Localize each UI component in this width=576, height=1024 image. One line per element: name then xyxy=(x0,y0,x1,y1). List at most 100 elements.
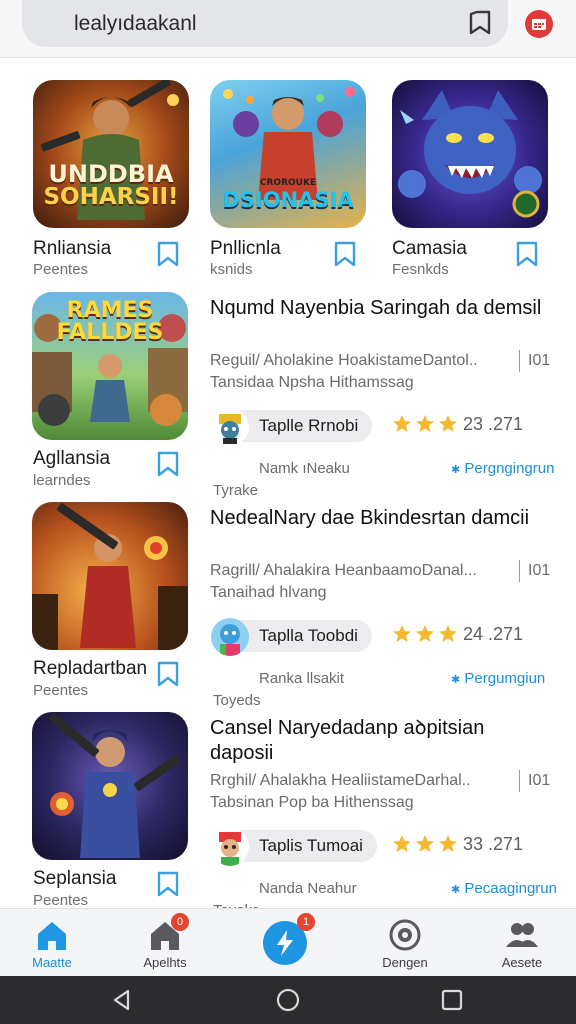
app-thumbnail[interactable]: CROROUKE DSIONASIA xyxy=(210,80,366,228)
badge-count: 0 xyxy=(171,913,189,931)
app-title: Repladartban xyxy=(33,658,148,679)
star-icon xyxy=(416,835,434,852)
star-icon xyxy=(393,415,411,432)
people-icon xyxy=(506,923,538,947)
item-meta: Ranka llsakit xyxy=(259,670,345,687)
item-link[interactable]: ✱ Pergumgiun xyxy=(451,670,545,687)
character-art xyxy=(32,503,188,650)
rating-stars xyxy=(392,414,458,434)
app-category: Fesnkds xyxy=(392,261,449,278)
featured-app-card[interactable]: UNDDBIA SOHARSII! Rnliansia Peentes xyxy=(33,80,213,278)
nav-label: Aesete xyxy=(501,955,543,970)
search-query[interactable]: lealyıdaakanl xyxy=(74,12,197,36)
star-icon xyxy=(416,415,434,432)
star-icon xyxy=(439,835,457,852)
link-icon: ✱ xyxy=(451,674,461,686)
item-headline[interactable]: Cansel Naryedadanp aꝺpitsian daposii xyxy=(210,716,550,766)
app-title: Rnliansia xyxy=(33,238,112,259)
item-description-secondary: Tabsinan Pop ba Hithenssag xyxy=(210,794,414,811)
nav-label: Dengen xyxy=(382,955,428,970)
item-description: Ragrill/ Ahalakira HeanbaamoDanal... xyxy=(210,562,477,579)
nav-people[interactable]: Aesete xyxy=(470,909,574,977)
bookmark-icon[interactable] xyxy=(155,240,181,268)
divider xyxy=(519,350,520,372)
bookmark-icon[interactable] xyxy=(155,450,181,478)
item-number: I01 xyxy=(528,772,551,789)
divider xyxy=(519,560,520,582)
app-list-item[interactable]: Repladartban Peentes NedealNary dae Bkin… xyxy=(0,502,576,712)
item-description-secondary: Tanaihad hlvang xyxy=(210,584,327,601)
character-art xyxy=(48,712,181,858)
item-meta: Namk ıNeaku xyxy=(259,460,350,477)
item-headline[interactable]: NedealNary dae Bkindesrtan damcii xyxy=(210,506,550,531)
link-icon: ✱ xyxy=(451,464,461,476)
item-description-secondary: Tansidaa Npsha Hithamssag xyxy=(210,374,414,391)
app-thumbnail[interactable] xyxy=(32,502,188,650)
star-icon xyxy=(393,625,411,642)
rating-score: 24 .271 xyxy=(463,624,524,644)
top-bar: lealyıdaakanl xyxy=(0,0,576,58)
badge-count: 1 xyxy=(297,913,315,931)
recents-icon[interactable] xyxy=(440,988,464,1012)
star-icon xyxy=(416,625,434,642)
rating-stars xyxy=(392,624,458,644)
rating-score: 33 .271 xyxy=(463,834,524,854)
star-icon xyxy=(439,415,457,432)
bookmark-icon[interactable] xyxy=(155,870,181,898)
link-label: Pecaagingrun xyxy=(464,880,557,897)
bookmark-icon[interactable] xyxy=(468,10,492,36)
app-thumbnail[interactable] xyxy=(32,712,188,860)
item-number: I01 xyxy=(528,352,551,369)
featured-app-card[interactable]: Camasia Fesnkds xyxy=(392,80,572,278)
nav-label: Apelhts xyxy=(143,955,187,970)
star-icon xyxy=(439,625,457,642)
app-list-item[interactable]: RAMES FALLDES Agllansia learndes Nqumd N… xyxy=(0,292,576,502)
app-thumbnail[interactable] xyxy=(392,80,548,228)
item-meta: Nanda Neahur xyxy=(259,880,357,897)
art-title-line: SOHARSII! xyxy=(43,184,179,210)
rating-score: 23 .271 xyxy=(463,414,524,434)
home-button-icon[interactable] xyxy=(276,988,300,1012)
bookmark-icon[interactable] xyxy=(332,240,358,268)
monster-art xyxy=(398,90,542,218)
star-icon xyxy=(393,835,411,852)
link-icon: ✱ xyxy=(451,884,461,896)
item-description: Rrghil/ Ahalakha HealiistameDarhal.. xyxy=(210,772,471,789)
developer-avatar xyxy=(211,408,249,446)
app-category: Peentes xyxy=(33,261,89,278)
item-headline[interactable]: Nqumd Nayenbia Saringah da demsil xyxy=(210,296,550,321)
app-title: Seplansia xyxy=(33,868,117,889)
item-meta-secondary: Tyrake xyxy=(213,482,259,499)
nav-settings[interactable]: Dengen xyxy=(353,909,457,977)
developer-avatar xyxy=(211,618,249,656)
bookmark-icon[interactable] xyxy=(514,240,540,268)
search-bar[interactable]: lealyıdaakanl xyxy=(22,0,508,47)
notification-icon[interactable] xyxy=(525,10,553,38)
art-subtitle: CROROUKE xyxy=(259,178,317,188)
divider xyxy=(519,770,520,792)
developer-avatar xyxy=(211,828,249,866)
art-title-line: FALLDES xyxy=(56,320,164,345)
app-thumbnail[interactable]: UNDDBIA SOHARSII! xyxy=(33,80,189,228)
item-link[interactable]: ✱ Pergngingrun xyxy=(451,460,554,477)
item-number: I01 xyxy=(528,562,551,579)
link-label: Pergumgiun xyxy=(464,670,546,687)
art-title-line: DSIONASIA xyxy=(222,188,354,212)
app-thumbnail[interactable]: RAMES FALLDES xyxy=(32,292,188,440)
nav-label: Maatte xyxy=(32,955,72,970)
back-icon[interactable] xyxy=(110,988,134,1012)
bookmark-icon[interactable] xyxy=(155,660,181,688)
app-list-item[interactable]: Seplansia Peentes Cansel Naryedadanp aꝺp… xyxy=(0,712,576,922)
app-title: Pnllicnla xyxy=(210,238,281,259)
featured-apps-row: UNDDBIA SOHARSII! Rnliansia Peentes CROR… xyxy=(0,80,576,280)
item-link[interactable]: ✱ Pecaagingrun xyxy=(451,880,557,897)
app-category: Peentes xyxy=(33,682,89,699)
app-title: Agllansia xyxy=(33,448,111,469)
item-meta-secondary: Toyeds xyxy=(213,692,261,709)
nav-apps[interactable]: 0 Apelhts xyxy=(113,909,217,977)
nav-home[interactable]: Maatte xyxy=(0,909,104,977)
app-category: learndes xyxy=(33,472,91,489)
featured-app-card[interactable]: CROROUKE DSIONASIA Pnllicnla ksnids xyxy=(210,80,390,278)
nav-boost[interactable]: 1 xyxy=(233,909,337,977)
item-description: Reguil/ Aholakine HoakistameDantol.. xyxy=(210,352,478,369)
